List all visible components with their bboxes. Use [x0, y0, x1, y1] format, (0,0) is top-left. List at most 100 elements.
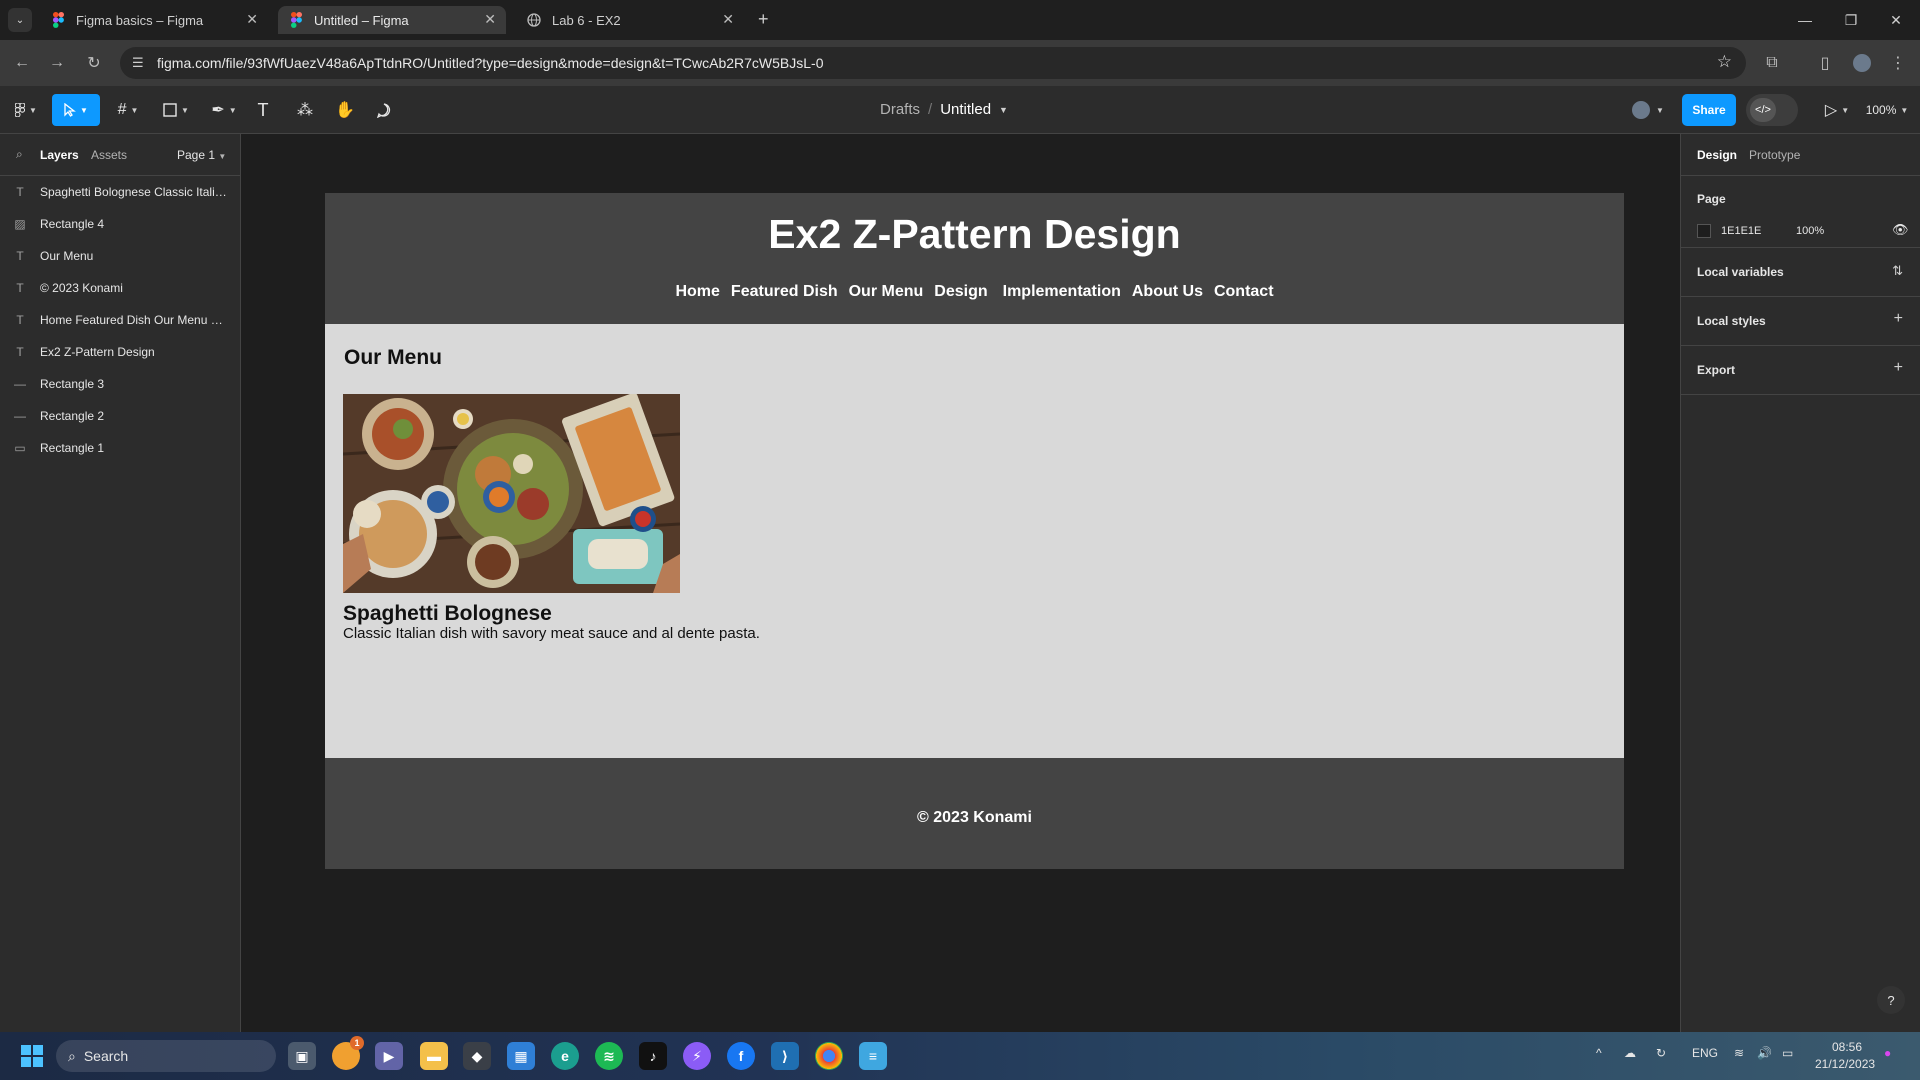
- unity-icon[interactable]: ◆: [463, 1042, 491, 1070]
- close-tab-icon[interactable]: ✕: [722, 11, 734, 28]
- address-bar[interactable]: ☰ figma.com/file/93fWfUaezV48a6ApTtdnRO/…: [120, 47, 1746, 79]
- tiktok-icon[interactable]: ♪: [639, 1042, 667, 1070]
- url-text[interactable]: figma.com/file/93fWfUaezV48a6ApTtdnRO/Un…: [157, 55, 824, 71]
- frame-tool-icon[interactable]: # ▼: [110, 94, 146, 126]
- frame-nav[interactable]: Home Featured Dish Our Menu Design Imple…: [325, 283, 1624, 301]
- design-canvas[interactable]: Ex2 Z-Pattern Design Home Featured Dish …: [242, 134, 1679, 1032]
- shape-tool-icon[interactable]: ▼: [158, 94, 194, 126]
- main-menu-icon[interactable]: ▼: [10, 94, 42, 126]
- export-section[interactable]: Export +: [1681, 346, 1920, 395]
- language-indicator[interactable]: ENG: [1692, 1046, 1718, 1060]
- menu-heading[interactable]: Our Menu: [344, 346, 442, 370]
- hand-tool-icon[interactable]: ✋: [334, 94, 356, 126]
- new-tab-icon[interactable]: +: [758, 9, 769, 30]
- reload-icon[interactable]: ↻: [83, 52, 105, 74]
- onedrive-icon[interactable]: ☁: [1624, 1046, 1636, 1060]
- notification-bell-icon[interactable]: ●: [1884, 1046, 1891, 1060]
- tab-search-menu-icon[interactable]: ⌄: [8, 8, 32, 32]
- close-tab-icon[interactable]: ✕: [246, 11, 258, 28]
- site-info-icon[interactable]: ☰: [132, 55, 144, 71]
- close-tab-icon[interactable]: ✕: [484, 11, 496, 28]
- layer-item[interactable]: — Rectangle 3: [0, 368, 241, 400]
- clock-date[interactable]: 21/12/2023: [1815, 1057, 1875, 1071]
- frame-header[interactable]: Ex2 Z-Pattern Design Home Featured Dish …: [325, 193, 1624, 324]
- windows-start-icon[interactable]: [18, 1042, 46, 1070]
- share-button[interactable]: Share: [1682, 94, 1736, 126]
- battery-icon[interactable]: ▭: [1782, 1046, 1793, 1060]
- zoom-dropdown[interactable]: 100% ▼: [1864, 94, 1910, 126]
- tab-assets[interactable]: Assets: [91, 148, 127, 162]
- teams-icon[interactable]: ▶: [375, 1042, 403, 1070]
- present-icon[interactable]: ▷ ▼: [1822, 94, 1852, 126]
- clock-time[interactable]: 08:56: [1832, 1040, 1862, 1054]
- file-explorer-icon[interactable]: ▬: [420, 1042, 448, 1070]
- dish-description[interactable]: Classic Italian dish with savory meat sa…: [343, 625, 760, 642]
- forward-icon[interactable]: →: [46, 52, 68, 74]
- layer-item[interactable]: ▨ Rectangle 4: [0, 208, 241, 240]
- page-color-swatch[interactable]: [1697, 224, 1711, 238]
- text-tool-icon[interactable]: T: [252, 94, 274, 126]
- dev-mode-toggle[interactable]: </>: [1746, 94, 1798, 126]
- wifi-icon[interactable]: ≋: [1734, 1046, 1744, 1060]
- local-styles-section[interactable]: Local styles +: [1681, 297, 1920, 346]
- side-panel-icon[interactable]: ▯: [1814, 52, 1836, 74]
- browser-tab-untitled[interactable]: Untitled – Figma ✕: [278, 6, 506, 34]
- restore-icon[interactable]: ❐: [1831, 8, 1871, 32]
- food-image[interactable]: [343, 394, 680, 593]
- chrome-icon[interactable]: [815, 1042, 843, 1070]
- multiplayer-avatar[interactable]: ▼: [1625, 94, 1669, 126]
- layer-item[interactable]: T Our Menu: [0, 240, 241, 272]
- back-icon[interactable]: ←: [11, 52, 33, 74]
- volume-icon[interactable]: 🔊: [1757, 1046, 1772, 1060]
- store-icon[interactable]: ▦: [507, 1042, 535, 1070]
- layer-item[interactable]: T Ex2 Z-Pattern Design: [0, 336, 241, 368]
- tab-prototype[interactable]: Prototype: [1749, 148, 1800, 162]
- layer-item[interactable]: T © 2023 Konami: [0, 272, 241, 304]
- local-variables-section[interactable]: Local variables ⇅: [1681, 248, 1920, 297]
- layer-item[interactable]: — Rectangle 2: [0, 400, 241, 432]
- footer-copyright[interactable]: © 2023 Konami: [325, 809, 1624, 827]
- frame-title[interactable]: Ex2 Z-Pattern Design: [325, 211, 1624, 258]
- notepad-icon[interactable]: ≡: [859, 1042, 887, 1070]
- widgets-icon[interactable]: 1: [332, 1036, 364, 1070]
- tray-overflow-icon[interactable]: ^: [1596, 1046, 1602, 1060]
- taskbar-search[interactable]: ⌕ Search: [56, 1040, 276, 1072]
- page-opacity-value[interactable]: 100%: [1796, 225, 1824, 237]
- add-style-icon[interactable]: +: [1894, 310, 1903, 328]
- tab-design[interactable]: Design: [1697, 148, 1737, 162]
- layer-item[interactable]: T Home Featured Dish Our Menu De...: [0, 304, 241, 336]
- resources-tool-icon[interactable]: ⁂: [294, 94, 316, 126]
- close-window-icon[interactable]: ✕: [1876, 8, 1916, 32]
- messenger-icon[interactable]: ⚡: [683, 1042, 711, 1070]
- minimize-icon[interactable]: —: [1785, 8, 1825, 32]
- layer-item[interactable]: ▭ Rectangle 1: [0, 432, 241, 464]
- move-tool-icon[interactable]: ▼: [52, 94, 100, 126]
- tab-layers[interactable]: Layers: [40, 148, 79, 162]
- profile-avatar-icon[interactable]: [1851, 52, 1873, 74]
- sync-icon[interactable]: ↻: [1656, 1046, 1666, 1060]
- facebook-icon[interactable]: f: [727, 1042, 755, 1070]
- add-export-icon[interactable]: +: [1894, 359, 1903, 377]
- layer-item[interactable]: T Spaghetti Bolognese Classic Italia...: [0, 176, 241, 208]
- browser-menu-icon[interactable]: ⋮: [1887, 52, 1909, 74]
- browser-tab-lab6[interactable]: Lab 6 - EX2 ✕: [516, 6, 744, 34]
- chevron-down-icon[interactable]: ▼: [999, 105, 1008, 118]
- browser-tab-figma-basics[interactable]: Figma basics – Figma ✕: [40, 6, 268, 34]
- file-name[interactable]: Untitled: [940, 101, 991, 118]
- frame-footer[interactable]: © 2023 Konami: [325, 758, 1624, 869]
- dish-name[interactable]: Spaghetti Bolognese: [343, 602, 552, 626]
- variables-icon[interactable]: ⇅: [1892, 263, 1903, 279]
- extensions-icon[interactable]: ⧉: [1761, 52, 1783, 74]
- edge-icon[interactable]: e: [551, 1042, 579, 1070]
- breadcrumb-drafts[interactable]: Drafts: [880, 101, 920, 118]
- eye-icon[interactable]: 👁: [1892, 222, 1909, 238]
- help-button[interactable]: ?: [1877, 986, 1905, 1014]
- comment-tool-icon[interactable]: [373, 94, 395, 126]
- design-frame[interactable]: Ex2 Z-Pattern Design Home Featured Dish …: [325, 193, 1624, 869]
- task-view-icon[interactable]: ▣: [288, 1042, 316, 1070]
- search-icon[interactable]: ⌕: [16, 147, 23, 162]
- page-color-value[interactable]: 1E1E1E: [1721, 225, 1761, 237]
- bookmark-star-icon[interactable]: ☆: [1717, 52, 1732, 72]
- spotify-icon[interactable]: ≋: [595, 1042, 623, 1070]
- vscode-icon[interactable]: ⟩: [771, 1042, 799, 1070]
